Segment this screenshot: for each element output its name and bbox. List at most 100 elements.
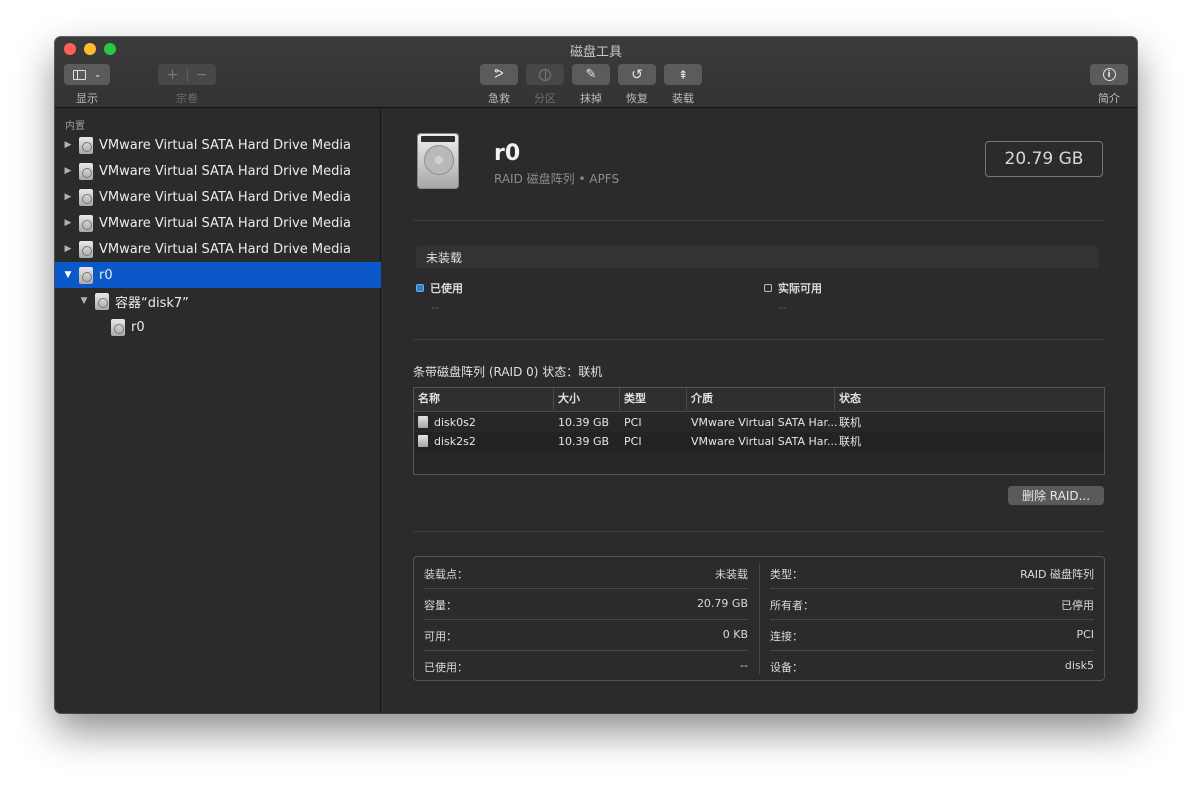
divider — [413, 339, 1104, 340]
sidebar-item-raid-r0[interactable]: ▼ r0 — [55, 262, 386, 288]
mount-label: 装载 — [672, 92, 694, 105]
erase-icon: ✎ — [585, 67, 597, 82]
restore-button[interactable]: ↺ — [618, 64, 656, 85]
column-header-size[interactable]: 大小 — [554, 388, 620, 410]
erase-button[interactable]: ✎ — [572, 64, 610, 85]
sidebar-section-internal: 内置 — [65, 121, 85, 132]
sidebar-item-disk[interactable]: ▶ VMware Virtual SATA Hard Drive Media — [55, 210, 386, 236]
usage-bar: 未装载 — [416, 246, 1099, 268]
hard-drive-icon — [79, 240, 93, 258]
info-icon: i — [1102, 68, 1116, 81]
info-label: 简介 — [1098, 92, 1120, 105]
info-connection: 连接： PCI — [770, 628, 1094, 643]
hard-drive-icon — [79, 188, 93, 206]
sidebar-item-label: r0 — [131, 319, 145, 335]
table-row[interactable]: disk2s2 10.39 GB PCI VMware Virtual SATA… — [414, 432, 1104, 451]
row-media: VMware Virtual SATA Har... — [691, 416, 838, 429]
disclosure-triangle-icon[interactable]: ▶ — [61, 218, 75, 228]
sidebar-item-label: VMware Virtual SATA Hard Drive Media — [99, 189, 351, 205]
hard-drive-icon — [417, 133, 459, 189]
volume-add-remove[interactable]: + − — [158, 64, 216, 85]
remove-volume-icon[interactable]: − — [188, 67, 216, 83]
add-volume-icon[interactable]: + — [159, 67, 187, 83]
info-device: 设备： disk5 — [770, 659, 1094, 674]
row-status: 联机 — [839, 435, 861, 448]
disclosure-triangle-icon[interactable]: ▶ — [61, 244, 75, 254]
column-header-media[interactable]: 介质 — [687, 388, 835, 410]
free-value: -- — [779, 301, 787, 314]
sidebar: 内置 ▶ VMware Virtual SATA Hard Drive Medi… — [55, 108, 386, 713]
raid-members-table[interactable]: 名称 大小 类型 介质 状态 disk0s2 10.39 GB PCI VMwa… — [413, 387, 1105, 475]
first-aid-button[interactable]: ᕗ — [480, 64, 518, 85]
mount-button[interactable]: ⇞ — [664, 64, 702, 85]
sidebar-item-disk[interactable]: ▶ VMware Virtual SATA Hard Drive Media — [55, 158, 386, 184]
pie-chart-icon — [539, 68, 551, 81]
row-status: 联机 — [839, 416, 861, 429]
info-owners: 所有者： 已停用 — [770, 599, 1094, 612]
sidebar-item-label: VMware Virtual SATA Hard Drive Media — [99, 241, 351, 257]
partition-button[interactable] — [526, 64, 564, 85]
toolbar: 磁盘工具 ⌄ 显示 + − 宗卷 ᕗ 急救 分区 ✎ 抹掉 ↺ 恢复 ⇞ 装载 … — [55, 37, 1137, 108]
row-name: disk0s2 — [418, 413, 476, 432]
disclosure-triangle-open-icon[interactable]: ▼ — [61, 270, 75, 280]
disclosure-triangle-open-icon[interactable]: ▼ — [77, 296, 91, 306]
volume-subtitle: RAID 磁盘阵列 • APFS — [494, 172, 620, 186]
used-legend: 已使用 — [416, 280, 463, 296]
sidebar-icon — [72, 69, 86, 80]
row-type: PCI — [624, 416, 642, 429]
restore-label: 恢复 — [626, 92, 648, 105]
column-header-status[interactable]: 状态 — [835, 388, 1104, 410]
hard-drive-icon — [79, 266, 93, 284]
sidebar-item-container[interactable]: ▼ 容器“disk7” — [55, 288, 402, 314]
disclosure-triangle-icon[interactable]: ▶ — [61, 166, 75, 176]
free-color-swatch — [764, 284, 772, 292]
sidebar-item-label: VMware Virtual SATA Hard Drive Media — [99, 215, 351, 231]
column-header-name[interactable]: 名称 — [414, 388, 554, 410]
sidebar-item-label: VMware Virtual SATA Hard Drive Media — [99, 137, 351, 153]
free-legend: 实际可用 — [764, 280, 822, 296]
row-type: PCI — [624, 435, 642, 448]
mount-status: 未装载 — [426, 250, 463, 265]
row-media: VMware Virtual SATA Har... — [691, 435, 838, 448]
divider — [413, 531, 1104, 532]
disk-utility-window: 磁盘工具 ⌄ 显示 + − 宗卷 ᕗ 急救 分区 ✎ 抹掉 ↺ 恢复 ⇞ 装载 … — [55, 37, 1137, 713]
disclosure-triangle-icon[interactable]: ▶ — [61, 140, 75, 150]
info-capacity: 容量： 20.79 GB — [424, 597, 748, 612]
sidebar-item-disk[interactable]: ▶ VMware Virtual SATA Hard Drive Media — [55, 132, 386, 158]
sidebar-item-disk[interactable]: ▶ VMware Virtual SATA Hard Drive Media — [55, 184, 386, 210]
divider — [413, 220, 1104, 221]
sidebar-item-label: 容器“disk7” — [115, 295, 189, 311]
hard-drive-icon — [79, 162, 93, 180]
volume-name: r0 — [494, 141, 521, 166]
sidebar-item-disk[interactable]: ▶ VMware Virtual SATA Hard Drive Media — [55, 236, 386, 262]
sidebar-item-volume[interactable]: r0 — [55, 314, 432, 340]
info-button[interactable]: i — [1090, 64, 1128, 85]
table-row[interactable]: disk0s2 10.39 GB PCI VMware Virtual SATA… — [414, 413, 1104, 432]
disclosure-triangle-icon[interactable]: ▶ — [61, 192, 75, 202]
volume-icon — [111, 318, 125, 336]
window-title: 磁盘工具 — [569, 45, 622, 60]
column-header-type[interactable]: 类型 — [620, 388, 687, 410]
used-value: -- — [431, 301, 439, 314]
main-panel: r0 RAID 磁盘阵列 • APFS 20.79 GB 未装载 已使用 -- … — [381, 108, 1137, 713]
volume-size: 20.79 GB — [985, 141, 1103, 177]
restore-icon: ↺ — [631, 66, 643, 83]
raid-status-title: 条带磁盘阵列 (RAID 0) 状态：联机 — [413, 365, 603, 379]
volume-label: 宗卷 — [176, 92, 198, 105]
delete-raid-button[interactable]: 删除 RAID... — [1008, 486, 1104, 505]
info-used: 已使用： -- — [424, 659, 748, 674]
row-name: disk2s2 — [418, 432, 476, 451]
used-color-swatch — [416, 284, 424, 292]
sidebar-item-label: VMware Virtual SATA Hard Drive Media — [99, 163, 351, 179]
hard-drive-icon — [79, 214, 93, 232]
view-button[interactable]: ⌄ — [64, 64, 110, 85]
partition-label: 分区 — [534, 92, 556, 105]
view-label: 显示 — [76, 92, 98, 105]
stethoscope-icon: ᕗ — [494, 67, 504, 82]
used-label: 已使用 — [430, 282, 463, 295]
first-aid-label: 急救 — [488, 92, 510, 105]
sidebar-item-label: r0 — [99, 267, 113, 283]
free-label: 实际可用 — [778, 282, 822, 295]
row-size: 10.39 GB — [558, 416, 610, 429]
info-mount-point: 装载点： 未装载 — [424, 568, 748, 581]
